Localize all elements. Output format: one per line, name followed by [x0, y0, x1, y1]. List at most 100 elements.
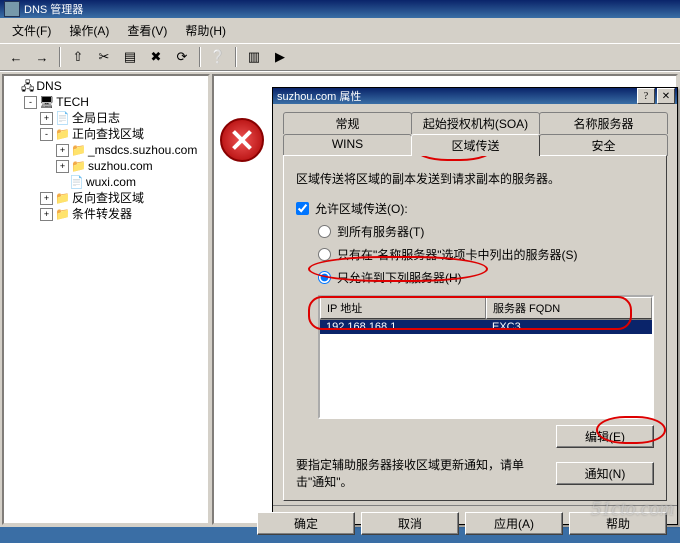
- cancel-button[interactable]: 取消: [361, 512, 459, 535]
- edit-button[interactable]: 编辑(E): [556, 425, 654, 448]
- radio-listed-servers-row[interactable]: 只允许到下列服务器(H): [318, 269, 654, 286]
- props-button[interactable]: ▤: [118, 45, 142, 69]
- radio-label: 只有在"名称服务器"选项卡中列出的服务器(S): [337, 246, 578, 263]
- apply-button[interactable]: 应用(A): [465, 512, 563, 535]
- toolbar-separator: [59, 47, 61, 67]
- menu-file[interactable]: 文件(F): [4, 20, 59, 41]
- help-button[interactable]: ❔: [206, 45, 230, 69]
- zone-icon: [69, 174, 84, 190]
- dns-icon: [21, 78, 34, 94]
- folder-icon: [55, 126, 70, 142]
- tree-item-suzhou-zone[interactable]: + suzhou.com: [56, 158, 206, 174]
- server-list-row[interactable]: 192.168.168.1 EXC3: [320, 320, 652, 334]
- cell-ip: 192.168.168.1: [320, 320, 486, 334]
- tree-item-wuxi-zone[interactable]: wuxi.com: [56, 174, 206, 190]
- dialog-button-row: 确定 取消 应用(A) 帮助: [273, 505, 677, 543]
- folder-icon: [55, 206, 70, 222]
- tree-pane[interactable]: DNS - TECH +: [2, 74, 210, 525]
- menu-help[interactable]: 帮助(H): [177, 20, 234, 41]
- radio-all-servers-row[interactable]: 到所有服务器(T): [318, 223, 654, 240]
- tab-wins[interactable]: WINS: [283, 134, 412, 156]
- tree-item-reverse-zones[interactable]: + 反向查找区域: [40, 190, 206, 206]
- up-button[interactable]: ⇧: [66, 45, 90, 69]
- radio-label: 只允许到下列服务器(H): [337, 269, 462, 286]
- menubar: 文件(F) 操作(A) 查看(V) 帮助(H): [0, 18, 680, 43]
- tab-general[interactable]: 常规: [283, 112, 412, 134]
- toolbar-separator: [235, 47, 237, 67]
- radio-ns-servers[interactable]: [318, 248, 331, 261]
- tree-label: DNS: [36, 78, 61, 94]
- menu-action[interactable]: 操作(A): [61, 20, 117, 41]
- folder-icon: [55, 190, 70, 206]
- allow-transfer-label: 允许区域传送(O):: [315, 200, 408, 217]
- cut-button[interactable]: ✂: [92, 45, 116, 69]
- radio-ns-servers-row[interactable]: 只有在"名称服务器"选项卡中列出的服务器(S): [318, 246, 654, 263]
- nav-back-button[interactable]: ←: [4, 45, 28, 69]
- tab-row-top: 常规 起始授权机构(SOA) 名称服务器: [283, 112, 667, 134]
- run-button[interactable]: ▶: [268, 45, 292, 69]
- toolbar-separator: [199, 47, 201, 67]
- notify-description: 要指定辅助服务器接收区域更新通知，请单击"通知"。: [296, 456, 548, 490]
- tree-label: wuxi.com: [86, 174, 136, 190]
- allow-transfer-checkbox-row[interactable]: 允许区域传送(O):: [296, 200, 654, 217]
- radio-listed-servers[interactable]: [318, 271, 331, 284]
- radio-label: 到所有服务器(T): [337, 223, 424, 240]
- filter-button[interactable]: ▥: [242, 45, 266, 69]
- tree-item-conditional-forwarders[interactable]: + 条件转发器: [40, 206, 206, 222]
- tree-collapse-icon[interactable]: -: [24, 96, 37, 109]
- refresh-button[interactable]: ⟳: [170, 45, 194, 69]
- app-title: DNS 管理器: [24, 1, 83, 17]
- close-button[interactable]: ✕: [657, 88, 675, 104]
- tree-expand-icon[interactable]: +: [40, 192, 53, 205]
- tree-collapse-icon[interactable]: -: [40, 128, 53, 141]
- folder-icon: [71, 142, 86, 158]
- toolbar: ← → ⇧ ✂ ▤ ✖ ⟳ ❔ ▥ ▶: [0, 43, 680, 71]
- tree-expand-icon[interactable]: +: [40, 112, 53, 125]
- notify-button[interactable]: 通知(N): [556, 462, 654, 485]
- transfer-description: 区域传送将区域的副本发送到请求副本的服务器。: [296, 170, 654, 187]
- tree-label: 正向查找区域: [72, 126, 144, 142]
- server-icon: [39, 94, 54, 110]
- server-list[interactable]: IP 地址 服务器 FQDN 192.168.168.1 EXC3: [318, 295, 654, 419]
- tree-label: 反向查找区域: [72, 190, 144, 206]
- tree-label: suzhou.com: [88, 158, 153, 174]
- tree-expand-icon[interactable]: +: [56, 160, 69, 173]
- tab-security[interactable]: 安全: [539, 134, 668, 156]
- app-icon: [4, 1, 20, 17]
- help-button[interactable]: 帮助: [569, 512, 667, 535]
- error-icon: [220, 118, 264, 162]
- ok-button[interactable]: 确定: [257, 512, 355, 535]
- zone-properties-dialog: suzhou.com 属性 ? ✕ 常规 起始授权机构(SOA) 名称服务器 W…: [272, 87, 678, 525]
- tree-label: _msdcs.suzhou.com: [88, 142, 197, 158]
- col-ip[interactable]: IP 地址: [320, 297, 486, 319]
- cell-fqdn: EXC3: [486, 320, 652, 334]
- server-list-header: IP 地址 服务器 FQDN: [320, 297, 652, 320]
- tab-soa[interactable]: 起始授权机构(SOA): [411, 112, 540, 134]
- col-fqdn[interactable]: 服务器 FQDN: [486, 297, 652, 319]
- tab-zone-transfer[interactable]: 区域传送: [411, 134, 540, 156]
- context-help-button[interactable]: ?: [637, 88, 655, 104]
- tab-page-zone-transfer: 区域传送将区域的副本发送到请求副本的服务器。 允许区域传送(O): 到所有服务器…: [283, 155, 667, 501]
- dialog-titlebar: suzhou.com 属性 ? ✕: [273, 88, 677, 104]
- tree-label: 条件转发器: [72, 206, 132, 222]
- tree-label: TECH: [56, 94, 89, 110]
- tree-label: 全局日志: [72, 110, 120, 126]
- tree-expand-icon[interactable]: +: [40, 208, 53, 221]
- log-icon: [55, 110, 70, 126]
- radio-all-servers[interactable]: [318, 225, 331, 238]
- folder-icon: [71, 158, 86, 174]
- tree-item-server[interactable]: - TECH: [24, 94, 206, 110]
- tree-item-dns-root[interactable]: DNS: [8, 78, 206, 94]
- tab-row-bottom: WINS 区域传送 安全: [283, 134, 667, 156]
- tab-ns[interactable]: 名称服务器: [539, 112, 668, 134]
- delete-button[interactable]: ✖: [144, 45, 168, 69]
- tree-item-forward-zones[interactable]: - 正向查找区域: [40, 126, 206, 142]
- tree-item-global-log[interactable]: + 全局日志: [40, 110, 206, 126]
- dialog-title-text: suzhou.com 属性: [277, 88, 361, 104]
- menu-view[interactable]: 查看(V): [119, 20, 175, 41]
- tree-item-msdcs-zone[interactable]: + _msdcs.suzhou.com: [56, 142, 206, 158]
- main-titlebar: DNS 管理器: [0, 0, 680, 18]
- tree-expand-icon[interactable]: +: [56, 144, 69, 157]
- nav-forward-button[interactable]: →: [30, 45, 54, 69]
- allow-transfer-checkbox[interactable]: [296, 202, 309, 215]
